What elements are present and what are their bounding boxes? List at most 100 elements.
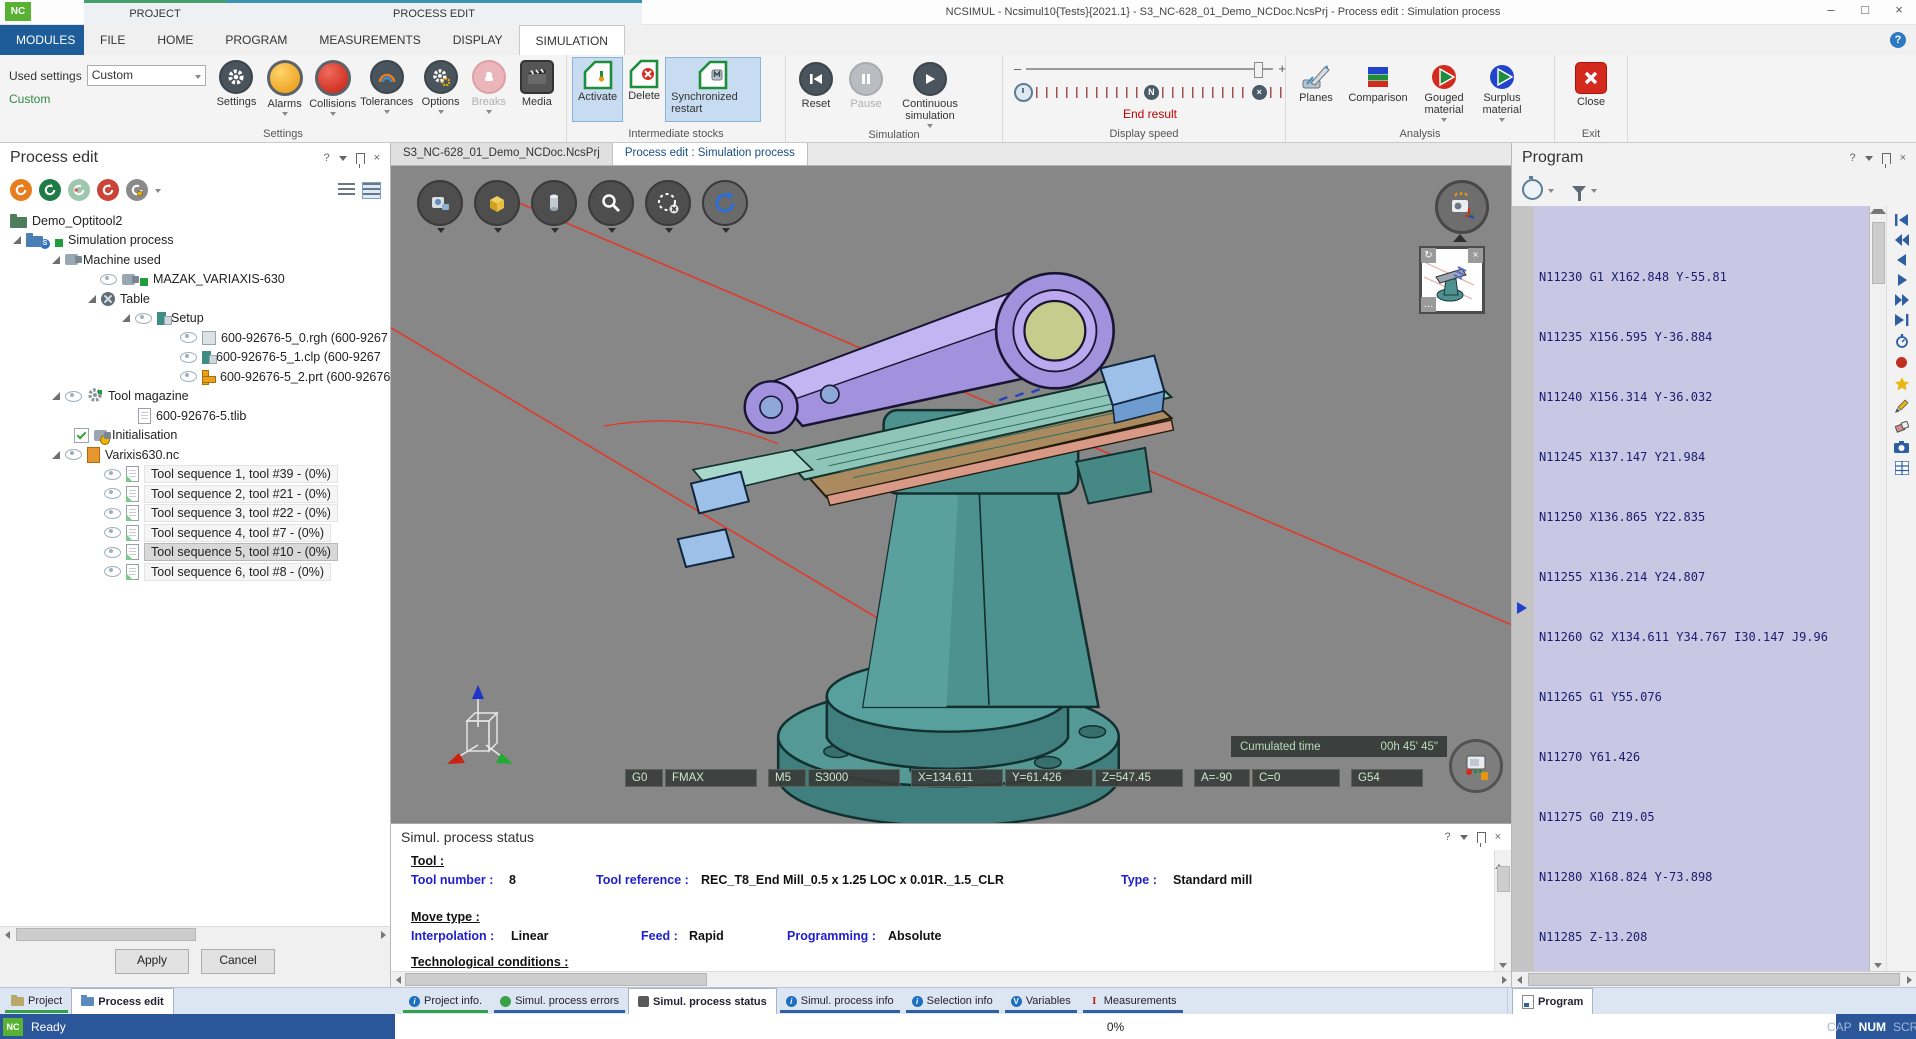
machine-state-icon[interactable] — [1449, 739, 1503, 793]
visibility-eye-icon[interactable] — [104, 488, 121, 499]
check-green-icon[interactable] — [39, 179, 61, 201]
dock-tab-process-edit[interactable]: Process edit — [71, 988, 173, 1014]
expand-icon[interactable] — [52, 256, 60, 264]
apply-button[interactable]: Apply — [115, 949, 189, 974]
tree-row[interactable]: 600-92676-5_1.clp (600-9267 — [0, 348, 390, 368]
fast-forward-icon[interactable] — [1895, 294, 1909, 306]
panel-menu-icon[interactable] — [1460, 835, 1468, 840]
status-panel-hscrollbar[interactable] — [391, 971, 1511, 987]
speed-minus[interactable]: – — [1014, 61, 1021, 76]
visibility-eye-icon[interactable] — [180, 332, 197, 343]
step-back-icon[interactable] — [1897, 254, 1907, 266]
program-vscrollbar[interactable] — [1869, 206, 1886, 971]
visibility-eye-icon[interactable] — [135, 313, 152, 324]
pin-icon[interactable] — [1477, 832, 1486, 843]
reset-button[interactable]: Reset — [791, 59, 841, 110]
options-button[interactable]: Options — [417, 57, 465, 114]
tree-row[interactable]: Setup — [0, 309, 390, 329]
dock-tab-project-info[interactable]: i Project info. — [400, 988, 491, 1014]
scrollbar-thumb[interactable] — [405, 973, 707, 986]
tree-row[interactable]: Initialisation — [0, 426, 390, 446]
gcode-line[interactable]: N11260 G2 X134.611 Y34.767 I30.147 J9.96 — [1539, 630, 1869, 645]
tool-cylinder-icon[interactable] — [531, 180, 577, 226]
expand-icon[interactable] — [13, 236, 21, 244]
panel-help-icon[interactable]: ? — [1444, 831, 1450, 843]
zoom-icon[interactable] — [588, 180, 634, 226]
gcode-line[interactable]: N11230 G1 X162.848 Y-55.81 — [1539, 270, 1869, 285]
scrollbar-thumb[interactable] — [1872, 222, 1885, 284]
tab-program[interactable]: PROGRAM — [209, 25, 303, 55]
normal-speed-marker[interactable]: N — [1144, 85, 1159, 100]
gcode-line[interactable]: N11240 X156.314 Y-36.032 — [1539, 390, 1869, 405]
dock-tab-measurements[interactable]: I Measurements — [1080, 988, 1186, 1014]
alarms-button[interactable]: Alarms — [261, 57, 309, 116]
tree-row[interactable]: Table — [0, 289, 390, 309]
gcode-line[interactable]: N11285 Z-13.208 — [1539, 930, 1869, 945]
speed-slider-thumb[interactable] — [1254, 62, 1263, 78]
pin-icon[interactable] — [1882, 153, 1891, 164]
tree-row[interactable]: Tool sequence 2, tool #21 - (0%) — [0, 484, 390, 504]
dock-tab-variables[interactable]: V Variables — [1002, 988, 1080, 1014]
minimap-close-icon[interactable]: × — [1468, 248, 1483, 263]
rotate-view-icon[interactable] — [702, 180, 748, 226]
breakpoint-icon[interactable] — [1895, 356, 1908, 369]
chevron-down-icon[interactable] — [1548, 189, 1554, 193]
close-button[interactable]: × — [1882, 0, 1916, 22]
scroll-down-icon[interactable] — [1499, 963, 1507, 968]
tree-row[interactable]: 600-92676-5.tlib — [0, 406, 390, 426]
edit-pencil-icon[interactable] — [1895, 399, 1909, 413]
tree-row[interactable]: Tool sequence 6, tool #8 - (0%) — [0, 562, 390, 582]
minimap-more-icon[interactable]: … — [1421, 297, 1436, 312]
delete-stock-button[interactable]: Delete — [623, 57, 665, 120]
panel-close-icon[interactable]: × — [1900, 152, 1906, 164]
simulation-viewport[interactable]: ↻ × … — [391, 166, 1511, 823]
gcode-listing[interactable]: N11230 G1 X162.848 Y-55.81 N11235 X156.5… — [1534, 206, 1869, 971]
table-icon[interactable] — [1895, 461, 1909, 475]
play-icon[interactable] — [1897, 274, 1907, 286]
scroll-left-icon[interactable] — [0, 928, 14, 941]
go-to-start-icon[interactable] — [1895, 214, 1909, 226]
camera-capture-icon[interactable] — [1435, 180, 1489, 234]
tree-row[interactable]: 600-92676-5_0.rgh (600-9267 — [0, 328, 390, 348]
tree-row[interactable]: 600-92676-5_2.prt (600-92676 — [0, 367, 390, 387]
scroll-left-icon[interactable] — [1512, 973, 1526, 986]
chevron-down-icon[interactable] — [155, 189, 161, 193]
collisions-button[interactable]: Collisions — [309, 57, 357, 116]
stopwatch-small-icon[interactable] — [1895, 334, 1909, 348]
tab-display[interactable]: DISPLAY — [437, 25, 519, 55]
visibility-eye-icon[interactable] — [180, 371, 197, 382]
panel-menu-icon[interactable] — [1865, 156, 1873, 161]
scroll-down-icon[interactable] — [1874, 963, 1882, 968]
collapse-arrow-icon[interactable] — [1453, 234, 1467, 242]
minimap[interactable]: ↻ × … — [1419, 246, 1485, 314]
gcode-line[interactable]: N11280 X168.824 Y-73.898 — [1539, 870, 1869, 885]
target-select-icon[interactable] — [645, 180, 691, 226]
tree-horizontal-scrollbar[interactable] — [0, 926, 390, 942]
dock-tab-project[interactable]: Project — [2, 988, 71, 1014]
tree-row[interactable]: Tool sequence 3, tool #22 - (0%) — [0, 504, 390, 524]
chevron-down-icon[interactable] — [1591, 189, 1597, 193]
planes-button[interactable]: Planes — [1291, 59, 1341, 104]
panel-close-icon[interactable]: × — [374, 152, 380, 164]
doc-tab-process-edit[interactable]: Process edit : Simulation process — [613, 143, 808, 165]
tree-row[interactable]: Tool magazine — [0, 387, 390, 407]
tab-measurements[interactable]: MEASUREMENTS — [303, 25, 436, 55]
surplus-material-button[interactable]: Surplus material — [1473, 59, 1531, 122]
tab-home[interactable]: HOME — [141, 25, 209, 55]
expand-icon[interactable] — [52, 392, 60, 400]
view-mode-detail-icon[interactable] — [363, 183, 380, 198]
expand-icon[interactable] — [88, 295, 96, 303]
check-settings-icon[interactable] — [126, 179, 148, 201]
speed-ruler[interactable]: N × — [1014, 83, 1286, 102]
activate-button[interactable]: Activate — [572, 57, 623, 122]
no-display-marker[interactable]: × — [1252, 85, 1267, 100]
checkbox-checked-icon[interactable] — [74, 428, 89, 443]
tree-row[interactable]: Varixis630.nc — [0, 445, 390, 465]
tab-file[interactable]: FILE — [84, 25, 141, 55]
media-button[interactable]: Media — [513, 57, 561, 108]
snapshot-icon[interactable] — [1894, 441, 1909, 453]
maximize-button[interactable]: □ — [1848, 0, 1882, 22]
tree-row[interactable]: MAZAK_VARIAXIS-630 — [0, 270, 390, 290]
panel-close-icon[interactable]: × — [1495, 831, 1501, 843]
tree-row[interactable]: Tool sequence 4, tool #7 - (0%) — [0, 523, 390, 543]
